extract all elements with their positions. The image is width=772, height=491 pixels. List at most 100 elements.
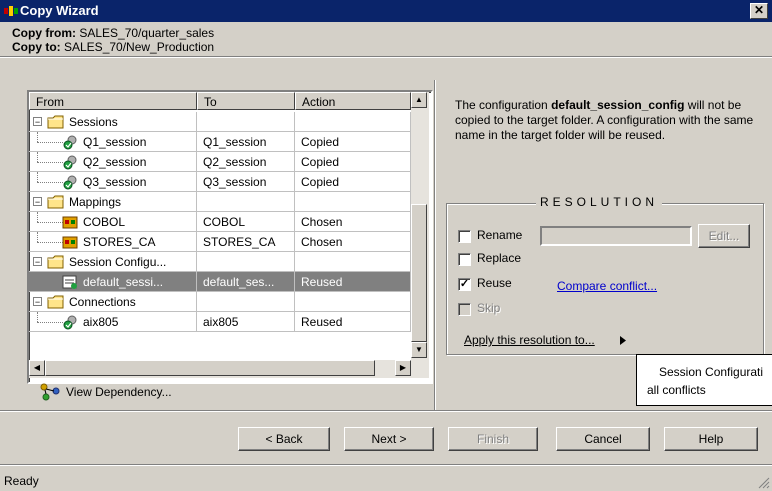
object-tree-table[interactable]: From To Action − Sessions Q1_session Q1_ses… [27,90,433,384]
table-row[interactable]: COBOL COBOL Chosen [29,212,413,232]
cell-to: COBOL [197,212,295,232]
table-row[interactable]: default_sessi... default_ses... Reused [29,272,413,292]
cell-to: Q3_session [197,172,295,192]
scroll-up-button[interactable]: ▲ [411,92,427,108]
cell-action: Copied [295,172,411,192]
cancel-button[interactable]: Cancel [556,427,650,451]
replace-checkbox[interactable] [458,253,471,266]
apply-resolution-label: Apply this resolution to... [464,333,595,347]
scroll-left-button[interactable]: ◀ [29,360,45,376]
tree-folder-row[interactable]: − Mappings [29,192,413,212]
table-row[interactable]: Q2_session Q2_session Copied [29,152,413,172]
object-name: Q3_session [83,175,147,189]
mapping-icon [62,216,78,229]
help-button[interactable]: Help [664,427,758,451]
wizard-icon [4,6,18,16]
collapse-toggle-icon[interactable]: − [33,297,42,307]
scroll-right-button[interactable]: ▶ [395,360,411,376]
object-name: Q2_session [83,155,147,169]
column-header-action[interactable]: Action [295,92,411,110]
rename-checkbox[interactable] [458,230,471,243]
cell-from: default_sessi... [29,272,197,292]
resize-grip-icon[interactable] [758,477,770,489]
view-dependency-label: View Dependency... [66,385,172,399]
session-config-icon [62,275,77,289]
cell-action: Copied [295,132,411,152]
column-header-from[interactable]: From [29,92,197,110]
collapse-toggle-icon[interactable]: − [33,197,42,207]
copy-from-line: Copy from: SALES_70/quarter_sales [12,26,214,40]
title-bar: Copy Wizard ✕ [0,0,772,22]
status-bar: Ready [0,472,772,491]
close-button[interactable]: ✕ [750,3,768,19]
vertical-scroll-thumb[interactable] [411,204,427,342]
cell-to: default_ses... [197,272,295,292]
folder-icon [47,115,64,129]
tree-connector-line [37,322,63,323]
cell-from: Q2_session [29,152,197,172]
cell-action: Chosen [295,212,411,232]
tree-connector-line [37,162,63,163]
copy-wizard-window: Copy Wizard ✕ Copy from: SALES_70/quarte… [0,0,772,491]
resolution-title: RESOLUTION [536,195,663,209]
menu-item-all-conflicts[interactable]: all conflicts [647,383,706,397]
cell-to [197,192,295,212]
table-row[interactable]: Q1_session Q1_session Copied [29,132,413,152]
rename-label: Rename [477,228,523,242]
skip-checkbox [458,303,471,316]
tree-connector-line [37,222,63,223]
object-name: Q1_session [83,135,147,149]
config-name: default_session_config [551,98,685,112]
compare-conflict-link[interactable]: Compare conflict... [557,279,657,293]
menu-item-session-configurations[interactable]: Session Configurati [659,365,763,379]
cell-action: Reused [295,272,411,292]
replace-label: Replace [477,251,522,265]
table-row[interactable]: Q3_session Q3_session Copied [29,172,413,192]
collapse-toggle-icon[interactable]: − [33,117,42,127]
column-header-to[interactable]: To [197,92,295,110]
object-name: COBOL [83,215,126,229]
tree-connector-line [37,242,63,243]
session-icon [63,175,77,190]
folder-icon [47,255,64,269]
vertical-scrollbar[interactable]: ▲ ▼ [411,92,429,360]
status-divider [0,464,772,466]
cell-to [197,252,295,272]
object-name: STORES_CA [83,235,156,249]
horizontal-scroll-thumb[interactable] [45,360,375,376]
rename-input [540,226,692,246]
tree-connector-line [37,132,38,142]
submenu-arrow-icon [620,336,626,345]
tree-connector-line [37,282,63,283]
next-button[interactable]: Next > [344,427,434,451]
tree-folder-row[interactable]: − Connections [29,292,413,312]
table-row[interactable]: aix805 aix805 Reused [29,312,413,332]
edit-button: Edit... [698,224,750,248]
scroll-down-button[interactable]: ▼ [411,342,427,358]
view-dependency-link[interactable]: View Dependency... [40,383,172,404]
back-button[interactable]: < Back [238,427,330,451]
skip-label: Skip [477,301,501,315]
collapse-toggle-icon[interactable]: − [33,257,42,267]
cell-action [295,112,411,132]
cell-from: − Connections [29,292,197,312]
cell-from: − Session Configu... [29,252,197,272]
cell-from: Q1_session [29,132,197,152]
apply-resolution-popup-menu: Session Configurati all conflicts [636,354,772,406]
folder-label: Connections [69,295,136,309]
tree-folder-row[interactable]: − Session Configu... [29,252,413,272]
cell-action [295,292,411,312]
tree-folder-row[interactable]: − Sessions [29,112,413,132]
panel-divider [434,80,436,410]
cell-action: Chosen [295,232,411,252]
horizontal-scrollbar[interactable]: ◀ ▶ [29,360,429,378]
cell-to: Q2_session [197,152,295,172]
cell-action: Copied [295,152,411,172]
reuse-checkbox[interactable]: ✓ [458,278,471,291]
cell-from: aix805 [29,312,197,332]
apply-resolution-button[interactable]: Apply this resolution to... [458,330,630,352]
session-icon [63,135,77,150]
table-row[interactable]: STORES_CA STORES_CA Chosen [29,232,413,252]
cell-action [295,252,411,272]
copy-header: Copy from: SALES_70/quarter_sales Copy t… [0,22,772,78]
